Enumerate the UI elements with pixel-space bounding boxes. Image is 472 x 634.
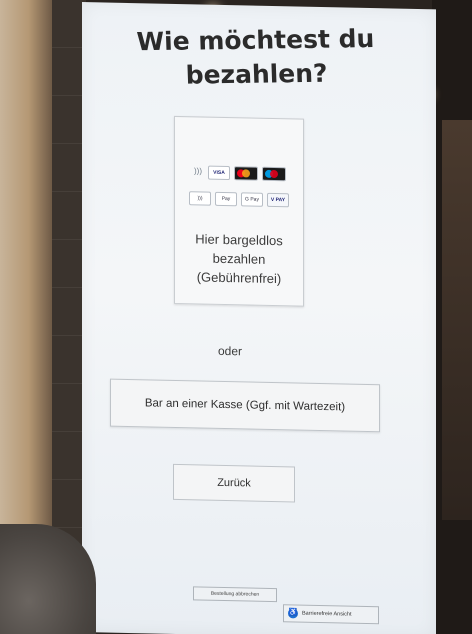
cashless-option-line3: (Gebührenfrei) (196, 269, 282, 287)
contactless-icon: ))) (194, 166, 202, 176)
kiosk-screen: Wie möchtest du bezahlen? ))) VISA ))) P… (82, 2, 436, 634)
vpay-icon: V PAY (267, 192, 289, 208)
back-button[interactable]: Zurück (173, 463, 295, 503)
accessible-view-button[interactable]: ♿ Barrierefreie Ansicht (283, 604, 379, 625)
accessibility-icon: ♿ (288, 608, 298, 619)
contactless-icon: ))) (189, 191, 211, 206)
separator-text: oder (218, 343, 243, 359)
cash-payment-button[interactable]: Bar an einer Kasse (Ggf. mit Wartezeit) (110, 378, 380, 433)
maestro-icon (262, 166, 286, 182)
cashless-option-text: Hier bargeldlos bezahlen (Gebührenfrei) (175, 229, 303, 289)
accessible-view-label: Barrierefreie Ansicht (302, 610, 352, 618)
payment-logos-row-2: ))) Pay G Pay V PAY (175, 191, 303, 208)
cashless-payment-option[interactable]: ))) VISA ))) Pay G Pay V PAY Hier bargel… (174, 115, 304, 307)
visa-icon: VISA (208, 165, 230, 181)
page-title: Wie möchtest du bezahlen? (136, 23, 375, 90)
mastercard-icon (234, 166, 258, 181)
background-wood-panel (442, 120, 472, 520)
payment-logos-row-1: ))) VISA (175, 165, 303, 182)
google-pay-icon: G Pay (241, 192, 263, 207)
apple-pay-icon: Pay (215, 191, 237, 207)
cancel-order-button[interactable]: Bestellung abbrechen (193, 586, 277, 603)
